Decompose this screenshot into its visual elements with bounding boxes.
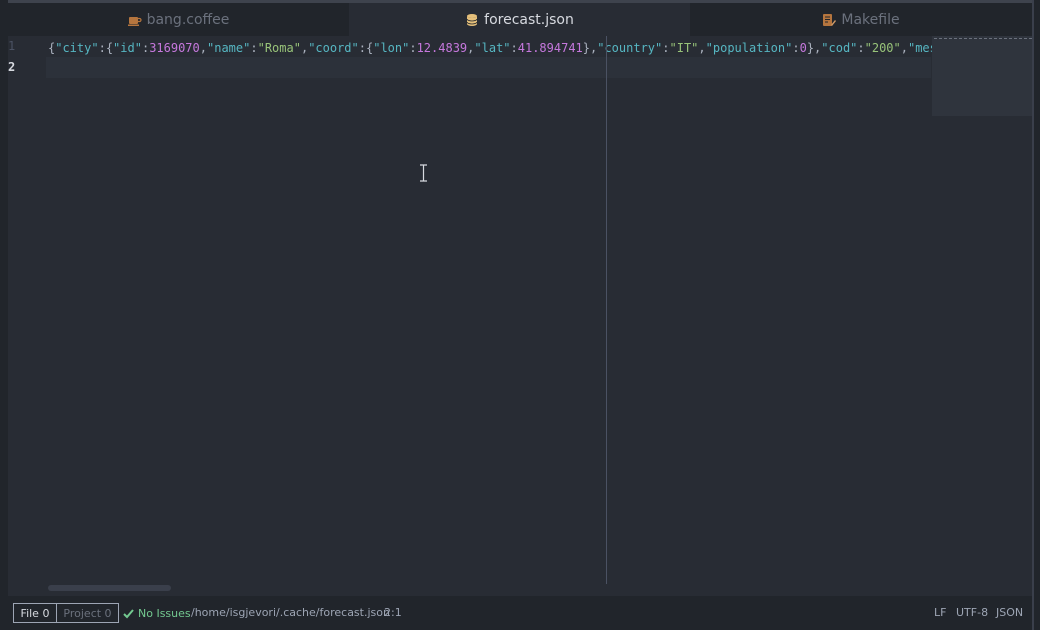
current-line-highlight (46, 57, 931, 78)
code-token-punct: : (662, 41, 670, 55)
code-token-key: "population" (705, 41, 793, 55)
coffee-icon (127, 16, 142, 26)
tab-label: bang.coffee (146, 11, 230, 28)
code-token-punct: : (792, 41, 800, 55)
code-token-num: 3169070 (149, 41, 200, 55)
code-token-punct: : (857, 41, 865, 55)
code-token-punct: :{ (98, 41, 114, 55)
line-number: 1 (8, 39, 16, 53)
makefile-icon (823, 13, 837, 26)
minimap-line (934, 38, 1032, 40)
code-token-str: "200" (864, 41, 901, 55)
code-token-punct: : (510, 41, 518, 55)
code-token-key: "city" (55, 41, 99, 55)
text-cursor-ibeam-icon (420, 164, 427, 182)
file-problems-counter[interactable]: File 0 (13, 603, 57, 623)
minimap[interactable] (932, 36, 1032, 116)
code-token-punct: : (250, 41, 258, 55)
line-number-gutter: 1 2 (8, 36, 46, 596)
window-right-border (1032, 0, 1040, 630)
code-token-punct: : (409, 41, 417, 55)
code-token-str: "Roma" (257, 41, 301, 55)
tab-bang-coffee[interactable]: bang.coffee (8, 3, 349, 36)
window-left-border (0, 0, 8, 630)
tab-bar: bang.coffee forecast.json Makefile (8, 3, 1032, 36)
encoding-selector[interactable]: UTF-8 (956, 606, 988, 620)
code-token-punct: :{ (358, 41, 374, 55)
line-ending-selector[interactable]: LF (934, 606, 946, 620)
file-path[interactable]: /home/isgjevori/.cache/forecast.json (191, 606, 390, 620)
linter-status-label: No Issues (138, 606, 191, 620)
horizontal-scrollbar[interactable] (48, 585, 171, 591)
code-token-punct: , (698, 41, 706, 55)
code-token-key: "id" (113, 41, 142, 55)
project-problems-counter[interactable]: Project 0 (56, 603, 119, 623)
code-token-punct: }, (806, 41, 822, 55)
linter-status[interactable]: No Issues (123, 606, 191, 620)
code-token-str: "IT" (669, 41, 699, 55)
code-token-punct: , (199, 41, 207, 55)
code-token-key: "message (907, 41, 932, 55)
wrap-guide (606, 36, 607, 584)
code-token-key: "cod" (821, 41, 858, 55)
code-line[interactable]: {"city":{"id":3169070,"name":"Roma","coo… (48, 38, 932, 58)
code-token-key: "lat" (474, 41, 511, 55)
grammar-selector[interactable]: JSON (996, 606, 1023, 620)
tab-forecast-json[interactable]: forecast.json (349, 3, 690, 36)
tab-label: Makefile (841, 11, 900, 28)
text-editor[interactable]: 1 2 {"city":{"id":3169070,"name":"Roma",… (8, 36, 1032, 596)
tab-makefile[interactable]: Makefile (690, 3, 1032, 36)
code-token-punct: , (900, 41, 908, 55)
code-token-num: 41.894741 (517, 41, 583, 55)
code-token-key: "lon" (373, 41, 410, 55)
code-token-key: "coord" (308, 41, 359, 55)
line-number-current: 2 (8, 60, 16, 74)
status-bar: File 0 Project 0 No Issues /home/isgjevo… (8, 596, 1032, 630)
code-token-num: 12.4839 (416, 41, 468, 55)
cursor-position[interactable]: 2:1 (384, 606, 402, 620)
check-icon (123, 608, 134, 618)
code-token-punct: }, (582, 41, 598, 55)
code-token-num: 0 (799, 41, 807, 55)
database-icon (466, 13, 478, 26)
code-token-key: "name" (207, 41, 251, 55)
tab-label: forecast.json (484, 11, 574, 28)
